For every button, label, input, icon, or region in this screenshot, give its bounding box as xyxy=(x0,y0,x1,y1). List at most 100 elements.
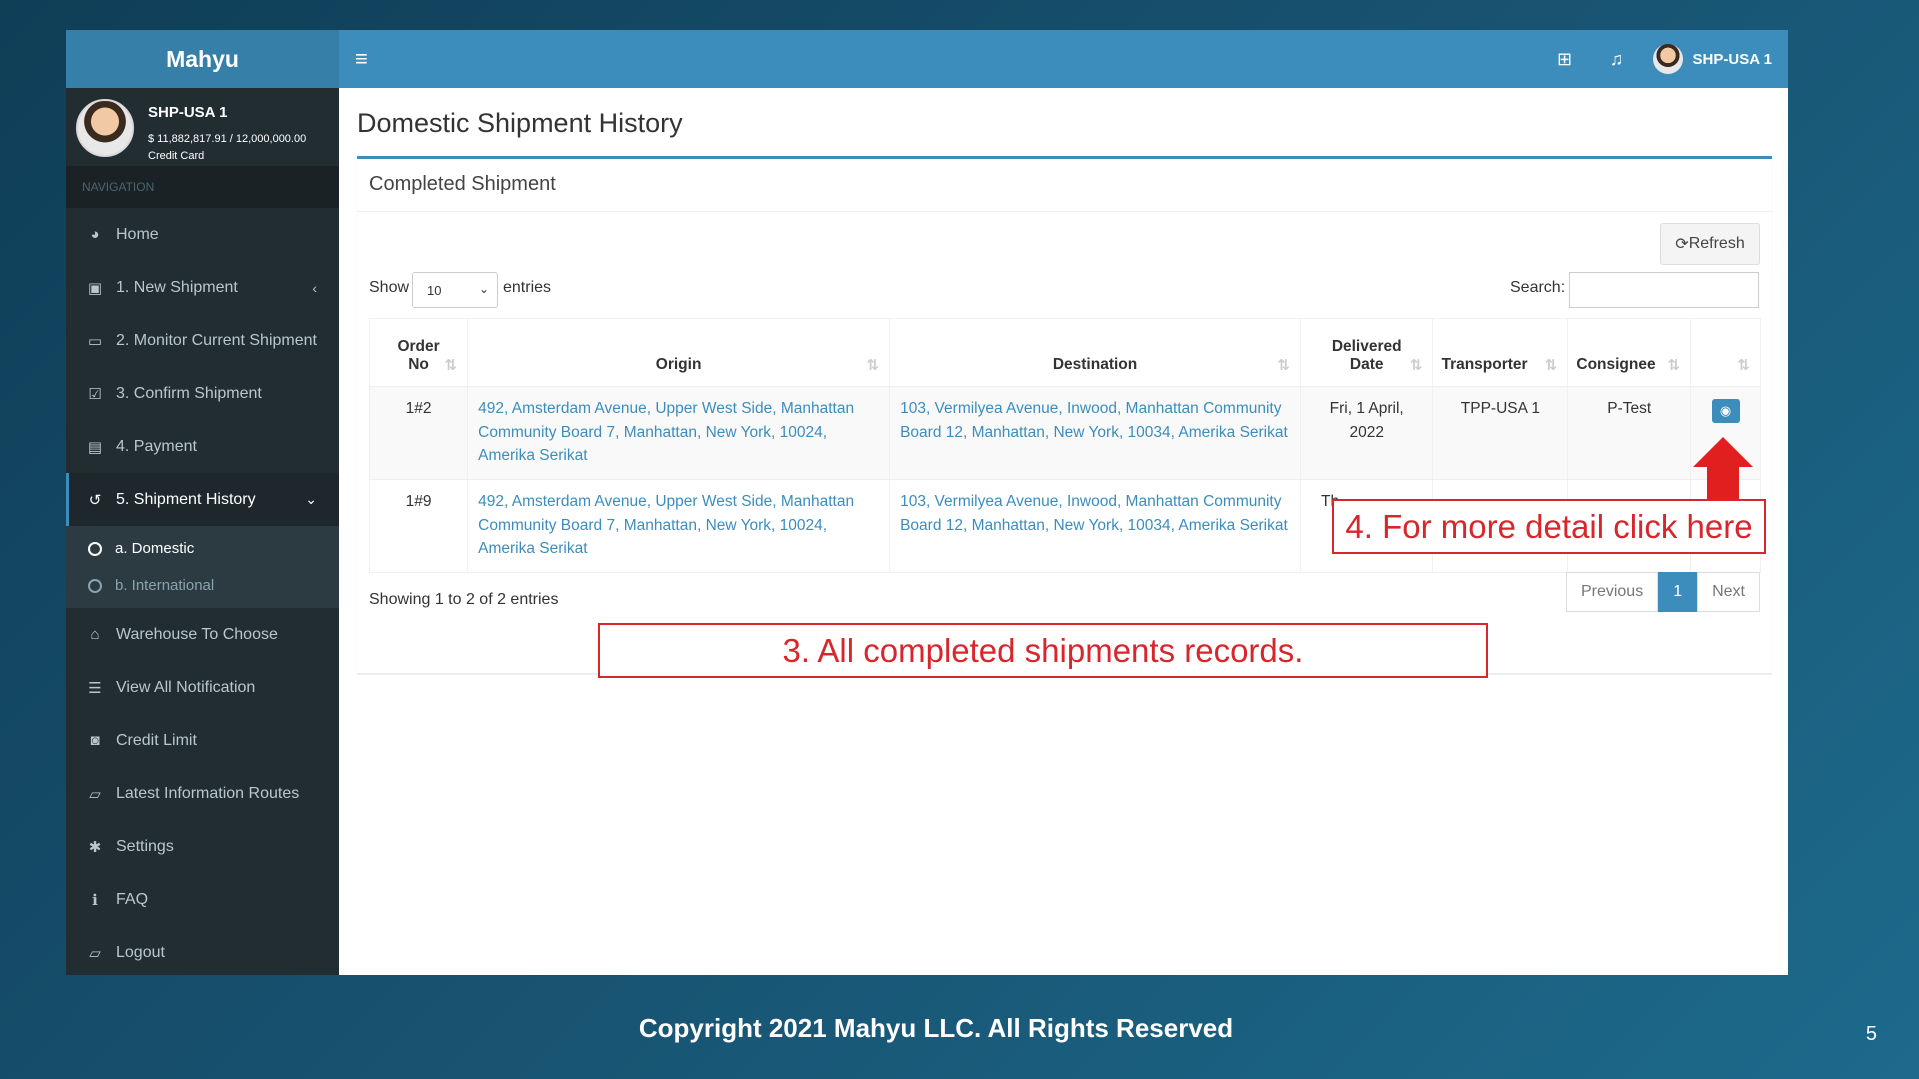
sidebar-item-notifications[interactable]: ☰ View All Notification xyxy=(66,661,339,714)
view-detail-button[interactable]: ◉ xyxy=(1711,399,1740,423)
entries-length-select[interactable]: 10 ⌄ xyxy=(412,272,498,308)
sidebar-item-confirm-shipment[interactable]: ☑ 3. Confirm Shipment xyxy=(66,367,339,420)
sidebar-item-credit-limit[interactable]: ◙ Credit Limit xyxy=(66,714,339,767)
slide-copyright: Copyright 2021 Mahyu LLC. All Rights Res… xyxy=(638,1013,1234,1043)
sidebar-subitem-international[interactable]: b. International xyxy=(66,567,339,604)
pagination: Previous 1 Next xyxy=(1565,572,1760,612)
sidebar-item-shipment-history[interactable]: ↺ 5. Shipment History ⌄ xyxy=(66,473,339,526)
column-header-label: Consignee xyxy=(1576,356,1656,373)
refresh-label: Refresh xyxy=(1688,235,1745,252)
sidebar-subitem-label: a. Domestic xyxy=(115,540,195,557)
cell-origin: 492, Amsterdam Avenue, Upper West Side, … xyxy=(467,479,891,573)
sidebar-item-faq[interactable]: ℹ FAQ xyxy=(66,873,339,926)
entries-label: entries xyxy=(503,279,552,296)
sidebar-item-label: Settings xyxy=(116,837,174,855)
chevron-left-icon: ‹ xyxy=(312,279,317,296)
column-header-line: Delivered xyxy=(1331,338,1402,355)
column-header-line: Date xyxy=(1349,356,1384,373)
column-header-destination[interactable]: Destination ⇅ xyxy=(889,318,1301,387)
brand-logo[interactable]: Mahyu xyxy=(66,30,339,88)
column-header-consignee[interactable]: Consignee ⇅ xyxy=(1567,318,1692,387)
sidebar-item-latest-routes[interactable]: ▱ Latest Information Routes xyxy=(66,767,339,820)
pagination-page-1[interactable]: 1 xyxy=(1658,572,1698,612)
credit-card-icon: ▤ xyxy=(87,438,103,456)
sidebar-item-logout[interactable]: ▱ Logout xyxy=(66,926,339,975)
avatar xyxy=(76,99,134,157)
gear-icon: ✱ xyxy=(88,838,102,856)
table-row: 1#2 492, Amsterdam Avenue, Upper West Si… xyxy=(368,386,1761,480)
user-panel: SHP-USA 1 $ 11,882,817.91 / 12,000,000.0… xyxy=(66,88,339,166)
user-menu[interactable]: SHP-USA 1 xyxy=(1652,44,1772,74)
column-header-label: Origin xyxy=(655,356,702,373)
slide-page-number: 5 xyxy=(1865,1023,1877,1045)
sidebar-subitem-domestic[interactable]: a. Domestic xyxy=(66,530,339,567)
chevron-down-icon: ⌄ xyxy=(478,282,489,296)
warehouse-icon: ⌂ xyxy=(90,626,100,643)
search-input[interactable] xyxy=(1569,272,1759,308)
show-label: Show xyxy=(369,279,410,296)
money-icon: ◙ xyxy=(90,732,100,749)
cell-order-no: 1#2 xyxy=(368,386,469,480)
origin-link[interactable]: 492, Amsterdam Avenue, Upper West Side, … xyxy=(478,400,854,464)
sidebar-item-label: 2. Monitor Current Shipment xyxy=(116,331,317,349)
refresh-icon: ⟳ xyxy=(1675,236,1689,253)
cell-order-no: 1#9 xyxy=(368,479,469,573)
sidebar-item-warehouse[interactable]: ⌂ Warehouse To Choose xyxy=(66,608,339,661)
sidebar-item-home[interactable]: ◕ Home xyxy=(66,208,339,261)
refresh-button[interactable]: ⟳ Refresh xyxy=(1660,223,1760,265)
sidebar-item-new-shipment[interactable]: ▣ 1. New Shipment ‹ xyxy=(66,261,339,314)
destination-link[interactable]: 103, Vermilyea Avenue, Inwood, Manhattan… xyxy=(900,400,1288,441)
arrow-shaft xyxy=(1707,465,1739,502)
sidebar-item-label: Latest Information Routes xyxy=(116,784,300,802)
sidebar: Mahyu SHP-USA 1 $ 11,882,817.91 / 12,000… xyxy=(66,30,339,975)
sort-icon: ⇅ xyxy=(1409,357,1423,374)
eye-icon: ◉ xyxy=(1719,403,1732,419)
history-icon: ↺ xyxy=(88,491,102,509)
pagination-next[interactable]: Next xyxy=(1697,572,1760,612)
cell-delivered-date: Fri, 1 April, 2022 xyxy=(1299,386,1434,480)
sidebar-item-monitor-shipment[interactable]: ▭ 2. Monitor Current Shipment xyxy=(66,314,339,367)
bell-icon[interactable]: ♫ xyxy=(1591,49,1643,70)
top-navbar: ≡ ⊞ ♫ SHP-USA 1 xyxy=(339,30,1788,88)
cell-transporter: TPP-USA 1 xyxy=(1432,386,1569,480)
divider xyxy=(357,211,1772,212)
navbar-right: ⊞ ♫ SHP-USA 1 xyxy=(1539,30,1772,88)
cell-origin: 492, Amsterdam Avenue, Upper West Side, … xyxy=(467,386,891,480)
origin-link[interactable]: 492, Amsterdam Avenue, Upper West Side, … xyxy=(478,493,854,557)
sort-icon: ⇅ xyxy=(866,357,880,374)
chevron-down-icon: ⌄ xyxy=(305,491,317,507)
user-name: SHP-USA 1 xyxy=(148,104,228,121)
column-header-label: Destination xyxy=(1052,356,1138,373)
user-credit: $ 11,882,817.91 / 12,000,000.00 xyxy=(148,133,307,145)
sidebar-item-payment[interactable]: ▤ 4. Payment xyxy=(66,420,339,473)
column-header-origin[interactable]: Origin ⇅ xyxy=(467,318,891,387)
avatar xyxy=(1652,44,1683,74)
sidebar-item-label: View All Notification xyxy=(116,678,256,696)
column-header-transporter[interactable]: Transporter ⇅ xyxy=(1432,318,1569,387)
info-icon: ℹ xyxy=(92,891,98,909)
sidebar-item-label: 1. New Shipment xyxy=(116,278,238,296)
table-header-row: Order No ⇅ Origin ⇅ Destination ⇅ Delive… xyxy=(368,318,1761,387)
navbar-user-name: SHP-USA 1 xyxy=(1692,50,1772,68)
destination-link[interactable]: 103, Vermilyea Avenue, Inwood, Manhattan… xyxy=(900,493,1288,534)
sidebar-item-label: Home xyxy=(116,225,159,243)
laptop-icon: ▭ xyxy=(87,332,103,350)
archive-icon: ▣ xyxy=(87,279,103,297)
sidebar-item-label: Credit Limit xyxy=(116,731,197,749)
cell-destination: 103, Vermilyea Avenue, Inwood, Manhattan… xyxy=(889,386,1301,480)
table-info: Showing 1 to 2 of 2 entries xyxy=(369,591,559,608)
list-icon: ☰ xyxy=(88,679,102,697)
pagination-previous[interactable]: Previous xyxy=(1565,572,1659,612)
translate-icon[interactable]: ⊞ xyxy=(1539,49,1591,70)
column-header-order-no[interactable]: Order No ⇅ xyxy=(368,318,469,387)
search-label: Search: xyxy=(1510,279,1566,296)
sort-icon: ⇅ xyxy=(1737,357,1750,374)
sidebar-subitem-label: b. International xyxy=(115,577,215,594)
column-header-delivered-date[interactable]: Delivered Date ⇅ xyxy=(1299,318,1434,387)
hamburger-menu-icon[interactable]: ≡ xyxy=(355,46,368,72)
column-header-action[interactable]: ⇅ xyxy=(1690,318,1761,387)
sidebar-item-settings[interactable]: ✱ Settings xyxy=(66,820,339,873)
sidebar-item-label: 4. Payment xyxy=(116,437,197,455)
nav-header: NAVIGATION xyxy=(66,166,339,208)
box-title: Completed Shipment xyxy=(369,173,556,195)
